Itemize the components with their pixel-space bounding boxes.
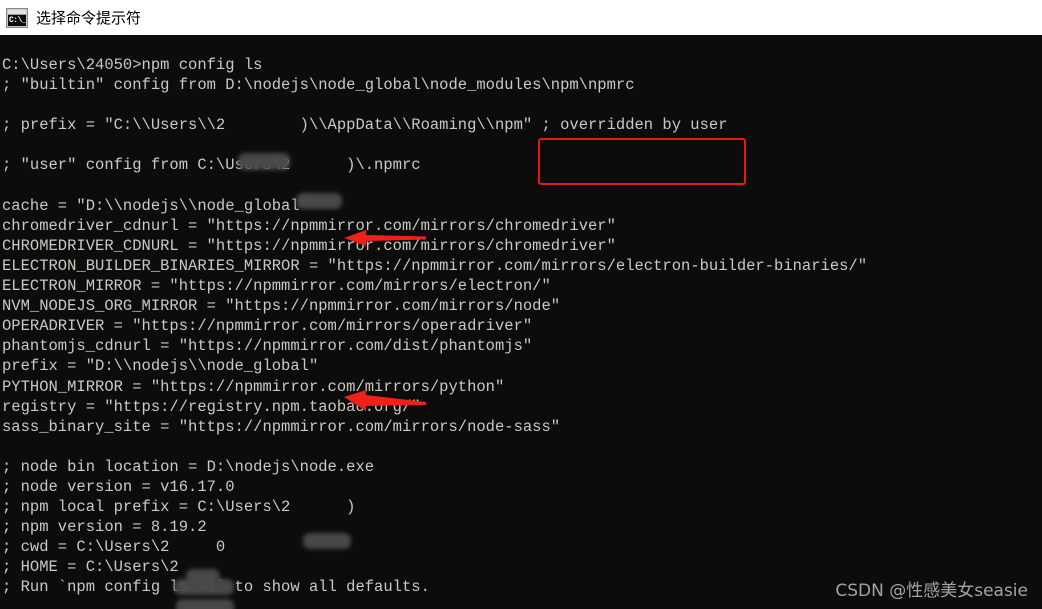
redaction-cwd-2 [186,569,220,583]
console-line: OPERADRIVER = "https://npmmirror.com/mir… [2,317,533,336]
cmd-console-icon: C:\_ [6,7,28,28]
console-line: ; node bin location = D:\nodejs\node.exe [2,457,375,476]
console-line: NVM_NODEJS_ORG_MIRROR = "https://npmmirr… [2,297,561,316]
cmd-icon-screen: C:\_ [8,14,26,26]
redaction-home [176,599,234,609]
console-line: ; prefix = "C:\\Users\\2 )\\AppData\\Roa… [2,116,728,135]
csdn-watermark: CSDN @性感美女seasie [835,581,1028,601]
terminal-console[interactable]: C:\Users\24050>npm config ls ; "builtin" … [0,35,1042,609]
console-line: cache = "D:\\nodejs\\node_global" [2,196,309,215]
console-line: ; node version = v16.17.0 [2,477,235,496]
console-line: ; HOME = C:\Users\2 [2,558,235,577]
console-line: ; cwd = C:\Users\2 0 [2,538,226,557]
console-line: phantomjs_cdnurl = "https://npmmirror.co… [2,337,533,356]
console-output: C:\Users\24050>npm config ls ; "builtin" … [0,35,1042,598]
console-line: sass_binary_site = "https://npmmirror.co… [2,417,561,436]
window-title: 选择命令提示符 [36,9,142,27]
redaction-prefix-user [238,153,290,170]
console-line: ; "builtin" config from D:\nodejs\node_g… [2,76,635,95]
console-line: ; npm local prefix = C:\Users\2 ) [2,498,356,517]
console-line: prefix = "D:\\nodejs\\node_global" [2,357,319,376]
console-line: CHROMEDRIVER_CDNURL = "https://npmmirror… [2,236,616,255]
window-titlebar: C:\_ 选择命令提示符 [0,0,1042,35]
console-line: ELECTRON_MIRROR = "https://npmmirror.com… [2,277,551,296]
console-line: chromedriver_cdnurl = "https://npmmirror… [2,216,616,235]
console-line: ; "user" config from C:\Users\2 )\.npmrc [2,156,421,175]
console-line: registry = "https://registry.npm.taobao.… [2,397,421,416]
console-line: ELECTRON_BUILDER_BINARIES_MIRROR = "http… [2,256,868,275]
console-line: ; npm version = 8.19.2 [2,518,207,537]
redaction-user-config [296,193,342,209]
console-line: PYTHON_MIRROR = "https://npmmirror.com/m… [2,377,505,396]
console-line: C:\Users\24050>npm config ls [2,56,263,74]
redaction-local-prefix [303,533,351,549]
